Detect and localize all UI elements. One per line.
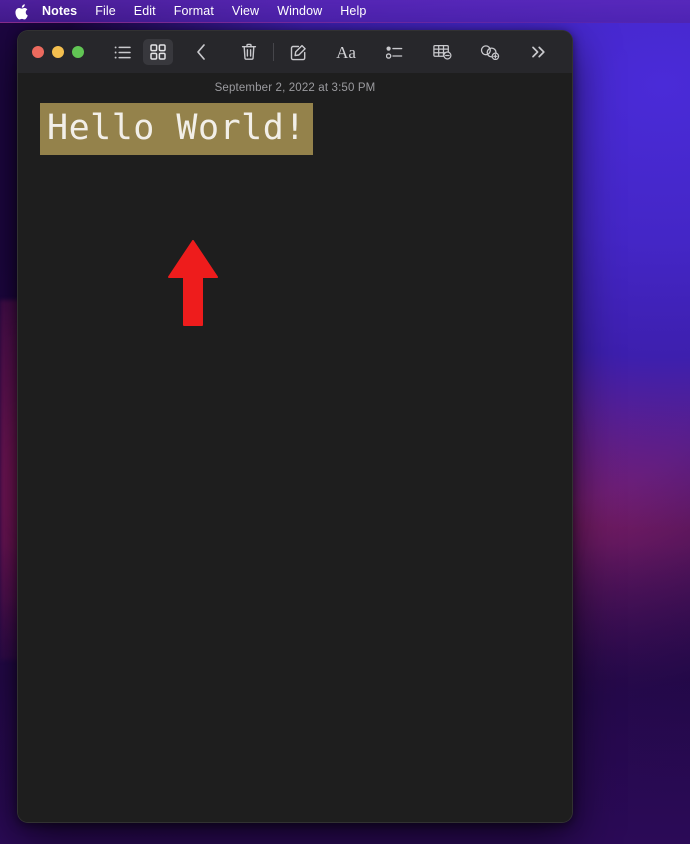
- notes-toolbar: Aa: [18, 31, 572, 73]
- share-collaborate-icon[interactable]: [475, 39, 505, 65]
- menu-item-format[interactable]: Format: [165, 0, 223, 23]
- back-chevron-icon[interactable]: [186, 39, 216, 65]
- note-title-highlighted-text[interactable]: Hello World!: [40, 103, 313, 155]
- note-editor[interactable]: September 2, 2022 at 3:50 PM Hello World…: [18, 73, 572, 822]
- menu-bar: Notes File Edit Format View Window Help: [0, 0, 690, 23]
- note-scrollbar[interactable]: [570, 115, 572, 822]
- notes-window: Aa September 2, 2022 at 3:50 PM Hello Wo…: [17, 30, 573, 823]
- minimize-button[interactable]: [52, 46, 64, 58]
- compose-note-icon[interactable]: [283, 39, 313, 65]
- checklist-icon[interactable]: [379, 39, 409, 65]
- list-view-icon[interactable]: [107, 39, 137, 65]
- gallery-view-icon[interactable]: [143, 39, 173, 65]
- note-title-line: Hello World!: [40, 103, 550, 155]
- red-arrow-annotation: [168, 240, 218, 326]
- toolbar-divider: [273, 43, 274, 61]
- note-content-area[interactable]: Hello World!: [18, 103, 572, 326]
- table-icon[interactable]: [427, 39, 457, 65]
- menu-item-notes[interactable]: Notes: [41, 0, 86, 23]
- close-button[interactable]: [32, 46, 44, 58]
- zoom-button[interactable]: [72, 46, 84, 58]
- menu-item-help[interactable]: Help: [331, 0, 375, 23]
- apple-logo-icon[interactable]: [14, 3, 28, 20]
- window-traffic-lights: [28, 46, 84, 58]
- more-chevrons-icon[interactable]: [523, 39, 553, 65]
- format-aa-label: Aa: [336, 42, 356, 62]
- format-aa-icon[interactable]: Aa: [331, 39, 361, 65]
- menu-item-file[interactable]: File: [86, 0, 125, 23]
- menu-item-view[interactable]: View: [223, 0, 268, 23]
- search-icon[interactable]: [571, 39, 572, 65]
- menu-item-edit[interactable]: Edit: [125, 0, 165, 23]
- trash-icon[interactable]: [234, 39, 264, 65]
- note-date-label: September 2, 2022 at 3:50 PM: [214, 82, 376, 94]
- menu-item-window[interactable]: Window: [268, 0, 331, 23]
